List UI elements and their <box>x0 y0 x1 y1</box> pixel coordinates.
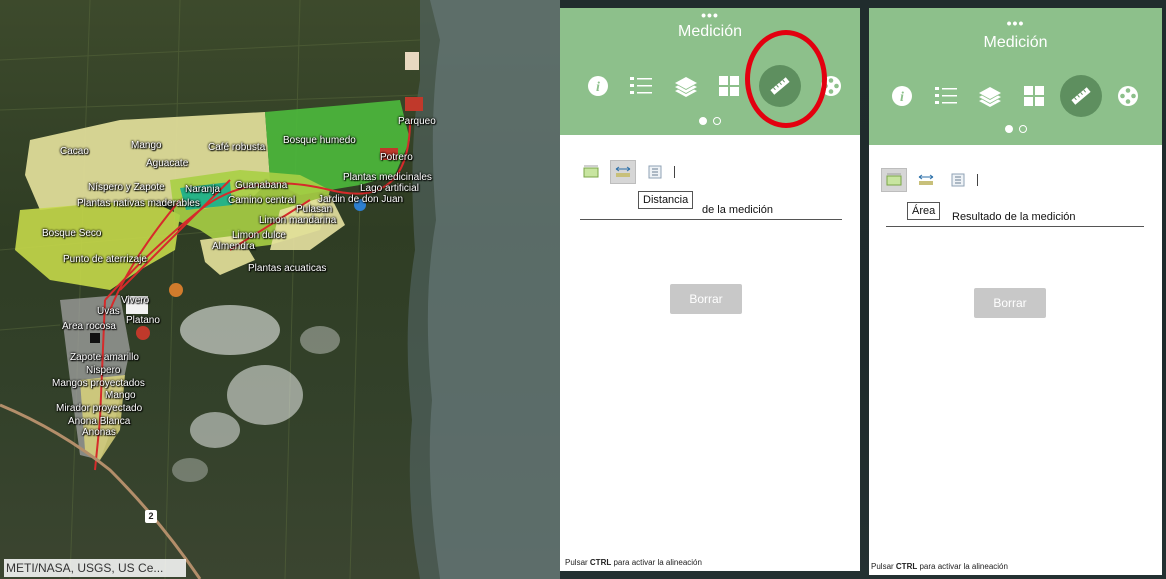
map-label-nispero: Nispero <box>86 365 121 376</box>
measure-mode-toolbar <box>881 168 978 192</box>
clear-button[interactable]: Borrar <box>974 288 1046 318</box>
tool-tooltip: Área <box>907 202 941 220</box>
area-tool-icon[interactable] <box>881 168 907 192</box>
hint-suffix: para activar la alineación <box>917 562 1008 571</box>
map-label-potrero: Potrero <box>380 152 413 163</box>
panel-title: Medición <box>983 34 1048 51</box>
map-label-area-rocosa: Area rocosa <box>62 321 116 332</box>
map-label-zapote-amarillo: Zapote amarillo <box>70 352 139 363</box>
filmstrip-icon[interactable] <box>1107 75 1149 117</box>
map-label-uvas: Uvas <box>97 306 120 317</box>
hint-key: CTRL <box>589 558 612 567</box>
map-label-punto-aterrizaje: Punto de aterrizaje <box>63 254 147 265</box>
map-label-mirador: Mirador proyectado <box>56 403 143 414</box>
route-shield-badge: 2 <box>145 510 157 523</box>
map-label-cacao: Cacao <box>60 146 89 157</box>
unit-separator <box>674 166 675 178</box>
map-label-plantas-medicinales: Plantas medicinales <box>343 172 432 183</box>
basemap-icon[interactable] <box>1013 75 1055 117</box>
distance-tool-icon[interactable] <box>610 160 636 184</box>
svg-text:i: i <box>596 80 600 95</box>
info-icon[interactable]: i <box>881 75 923 117</box>
page-indicator[interactable] <box>560 112 860 130</box>
map-label-bosque-humedo: Bosque humedo <box>283 135 356 146</box>
map-label-parqueo: Parqueo <box>398 116 436 127</box>
map-label-nispero-zapote: Níspero y Zapote <box>88 182 165 193</box>
map-label-limon-dulce: Limon dulce <box>232 230 286 241</box>
page-indicator[interactable] <box>869 120 1162 138</box>
map-label-plantas-acuaticas: Plantas acuaticas <box>248 263 327 274</box>
page-dot-active[interactable] <box>1004 125 1013 133</box>
map-label-cafe-robusta: Café robusta <box>208 142 266 153</box>
info-icon[interactable]: i <box>577 65 619 107</box>
drag-handle-dots[interactable]: ••• <box>560 8 860 22</box>
map-label-anonas: Anonas <box>82 427 116 438</box>
measurement-panel-right: ••• Medición i Resultado de la medición … <box>869 8 1162 575</box>
map-label-plantas-nativas: Plantas nativas maderables <box>77 198 200 209</box>
map-label-platano: Platano <box>126 315 160 326</box>
map-label-pulasan: Pulasan <box>296 204 333 215</box>
highlight-ring <box>745 30 827 128</box>
location-tool-icon[interactable] <box>945 168 971 192</box>
distance-tool-icon[interactable] <box>913 168 939 192</box>
page-dot[interactable] <box>1018 125 1027 133</box>
snapping-hint: Pulsar CTRL para activar la alineación <box>871 562 1008 571</box>
snapping-hint: Pulsar CTRL para activar la alineación <box>565 558 702 567</box>
map-label-anona-blanca: Anona Blanca <box>68 416 131 427</box>
map-attribution[interactable]: METI/NASA, USGS, US Ce... <box>4 559 186 577</box>
map-label-camino-central: Camino central <box>228 195 296 206</box>
panel-header: ••• Medición i <box>869 8 1162 145</box>
screenshot-root: Parqueo Potrero Bosque humedo Mango Café… <box>0 0 1166 579</box>
map-label-mango-2: Mango <box>105 390 136 401</box>
measure-mode-toolbar <box>578 160 675 184</box>
map-label-mango: Mango <box>131 140 162 151</box>
widget-icon-row: i <box>869 75 1162 119</box>
page-dot-active[interactable] <box>699 117 707 125</box>
hint-prefix: Pulsar <box>871 562 896 571</box>
layers-icon[interactable] <box>665 65 707 107</box>
map-label-almendra: Almendra <box>212 241 255 252</box>
map-label-naranja: Naranja <box>185 184 221 195</box>
map-label-limon-mandarina: Limon mandarina <box>259 215 337 226</box>
map-label-mangos-proyectados: Mangos proyectados <box>52 378 145 389</box>
panel-title: Medición <box>677 23 743 40</box>
legend-icon[interactable] <box>620 65 662 107</box>
basemap-icon[interactable] <box>708 65 750 107</box>
area-tool-icon[interactable] <box>578 160 604 184</box>
map-label-guanabana: Guanabana <box>235 180 288 191</box>
page-dot[interactable] <box>713 117 721 125</box>
map-label-bosque-seco: Bosque Seco <box>42 228 102 239</box>
location-tool-icon[interactable] <box>642 160 668 184</box>
map-canvas <box>0 0 560 579</box>
layers-icon[interactable] <box>969 75 1011 117</box>
map-view[interactable]: Parqueo Potrero Bosque humedo Mango Café… <box>0 0 560 579</box>
measurement-result: de la medición <box>580 198 842 220</box>
map-label-lago-artificial: Lago artificial <box>360 183 419 194</box>
clear-button[interactable]: Borrar <box>670 284 742 314</box>
hint-key: CTRL <box>895 562 918 571</box>
map-label-aguacate: Aguacate <box>146 158 189 169</box>
ruler-icon[interactable] <box>1060 75 1102 117</box>
legend-icon[interactable] <box>925 75 967 117</box>
tool-tooltip: Distancia <box>638 191 694 209</box>
hint-prefix: Pulsar <box>565 558 590 567</box>
drag-handle-dots[interactable]: ••• <box>869 16 1162 30</box>
unit-separator <box>977 174 978 186</box>
svg-text:i: i <box>900 90 904 105</box>
hint-suffix: para activar la alineación <box>611 558 702 567</box>
map-label-vivero: Vivero <box>121 295 150 306</box>
